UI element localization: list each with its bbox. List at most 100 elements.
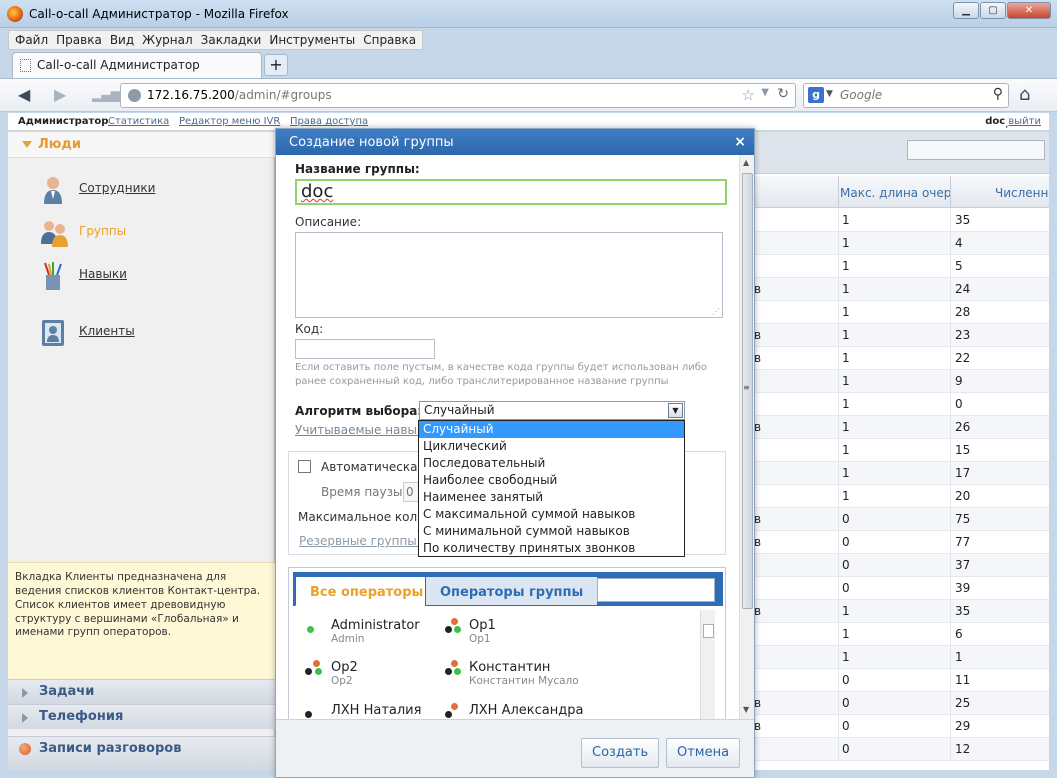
menu-help[interactable]: Справка	[359, 31, 420, 49]
dropdown-option[interactable]: С минимальной суммой навыков	[419, 523, 684, 540]
table-cell: в	[754, 512, 762, 526]
column-header-count[interactable]: Численн	[995, 186, 1048, 200]
description-textarea[interactable]: ⋰	[295, 232, 723, 318]
table-cell: 12	[955, 742, 971, 756]
operator-login: Admin	[331, 633, 365, 645]
menu-view[interactable]: Вид	[106, 31, 138, 49]
table-cell: 1	[842, 443, 850, 457]
forward-arrow-icon[interactable]: ▶	[54, 85, 66, 104]
dropdown-option[interactable]: С максимальной суммой навыков	[419, 506, 684, 523]
scroll-up-icon[interactable]: ▲	[743, 158, 749, 167]
scroll-thumb[interactable]	[703, 624, 714, 638]
skills-link[interactable]: Учитываемые навык	[295, 423, 424, 437]
resize-grip-icon[interactable]: ⋰	[712, 307, 720, 316]
table-cell: в	[754, 328, 762, 342]
dropdown-option[interactable]: По количеству принятых звонков	[419, 540, 684, 557]
browser-tab[interactable]: Call-o-call Администратор	[12, 52, 262, 78]
maximize-button[interactable]: ▢	[980, 2, 1006, 19]
tab-all-operators[interactable]: Все операторы	[295, 576, 439, 606]
column-divider	[950, 232, 951, 255]
cancel-button[interactable]: Отмена	[666, 738, 741, 768]
dialog-scrollbar[interactable]: ▲ ≡ ▼	[739, 155, 754, 719]
menu-edit[interactable]: Правка	[52, 31, 106, 49]
column-divider	[950, 462, 951, 485]
new-tab-button[interactable]: +	[264, 54, 288, 76]
table-cell: 1	[842, 259, 850, 273]
window-title: Call-o-call Администратор - Mozilla Fire…	[29, 7, 289, 21]
group-name-input[interactable]: doc	[295, 179, 727, 205]
close-window-button[interactable]: ✕	[1007, 2, 1051, 19]
close-icon[interactable]: ×	[734, 134, 746, 150]
column-divider	[838, 531, 839, 554]
user-info: doc, выйти	[985, 116, 1041, 130]
column-header-max-queue[interactable]: Макс. длина очер	[840, 186, 951, 200]
sidebar-section-recordings[interactable]: Записи разговоров	[8, 736, 275, 770]
search-box[interactable]: g ▼ Google ⚲	[803, 83, 1009, 108]
nav-link-statistics[interactable]: Статистика	[108, 116, 169, 127]
nav-link-access-rights[interactable]: Права доступа	[290, 116, 368, 127]
address-bar[interactable]: 172.16.75.200/admin/#groups ☆ ▼ ↻	[120, 83, 796, 108]
back-arrow-icon[interactable]: ◀	[18, 85, 30, 104]
nav-link-ivr-editor[interactable]: Редактор меню IVR	[179, 116, 280, 127]
dropdown-option[interactable]: Циклический	[419, 438, 684, 455]
sidebar-info-panel: Вкладка Клиенты предназначена для ведени…	[8, 562, 275, 686]
table-cell: 1	[842, 489, 850, 503]
home-icon[interactable]: ⌂	[1019, 84, 1030, 105]
table-cell: 1	[842, 650, 850, 664]
scroll-down-icon[interactable]: ▼	[743, 705, 749, 714]
column-divider	[950, 600, 951, 623]
column-divider	[838, 176, 839, 208]
google-icon[interactable]: g	[808, 87, 824, 103]
filter-input[interactable]	[907, 140, 1045, 160]
column-divider	[950, 370, 951, 393]
column-divider	[838, 554, 839, 577]
url-path: /admin/#groups	[234, 88, 332, 102]
reload-icon[interactable]: ↻	[777, 86, 789, 102]
dialog-titlebar: Создание новой группы ×	[276, 129, 754, 155]
table-cell: 1	[842, 305, 850, 319]
operator-login: Константин Мусало	[469, 675, 579, 687]
logout-link[interactable]: выйти	[1008, 116, 1041, 127]
sidebar-section-telephony[interactable]: Телефония	[8, 704, 275, 729]
table-cell: 0	[842, 558, 850, 572]
operators-search-input[interactable]	[597, 578, 715, 602]
menu-file[interactable]: Файл	[11, 31, 52, 49]
bookmark-star-icon[interactable]: ☆	[742, 86, 755, 104]
pause-input[interactable]: 0	[403, 482, 419, 502]
table-cell: 35	[955, 604, 971, 618]
sidebar-section-tasks[interactable]: Задачи	[8, 679, 275, 704]
dialog-title: Создание новой группы	[289, 135, 454, 150]
table-cell: в	[754, 696, 762, 710]
table-cell: 1	[842, 420, 850, 434]
sidebar-item-label: Клиенты	[79, 324, 135, 338]
menu-history[interactable]: Журнал	[138, 31, 197, 49]
skills-icon	[44, 262, 62, 290]
menu-tools[interactable]: Инструменты	[265, 31, 359, 49]
chevron-down-icon[interactable]: ▼	[826, 89, 833, 99]
max-label: Максимальное коли	[298, 510, 425, 524]
dropdown-option[interactable]: Наиболее свободный	[419, 472, 684, 489]
code-input[interactable]	[295, 339, 435, 359]
auto-checkbox[interactable]	[298, 460, 311, 473]
column-divider	[950, 623, 951, 646]
menu-bookmarks[interactable]: Закладки	[197, 31, 266, 49]
column-divider	[838, 278, 839, 301]
table-cell: 6	[955, 627, 963, 641]
algorithm-select[interactable]: Случайный ▼	[419, 401, 685, 420]
reserve-groups-link[interactable]: Резервные группы...	[299, 534, 428, 548]
column-divider	[950, 508, 951, 531]
chevron-down-icon[interactable]: ▼	[668, 403, 683, 418]
dropdown-option[interactable]: Случайный	[419, 421, 684, 438]
create-button[interactable]: Создать	[581, 738, 660, 768]
column-divider	[838, 669, 839, 692]
chevron-down-icon[interactable]: ▼	[761, 87, 769, 98]
column-divider	[838, 623, 839, 646]
dropdown-option[interactable]: Последовательный	[419, 455, 684, 472]
tab-group-operators[interactable]: Операторы группы	[425, 576, 599, 606]
sidebar-section-people[interactable]: Люди	[8, 132, 275, 158]
operators-scrollbar[interactable]	[700, 610, 715, 719]
minimize-button[interactable]: ▁	[953, 2, 979, 19]
search-icon[interactable]: ⚲	[993, 86, 1003, 102]
column-divider	[838, 209, 839, 232]
dropdown-option[interactable]: Наименее занятый	[419, 489, 684, 506]
